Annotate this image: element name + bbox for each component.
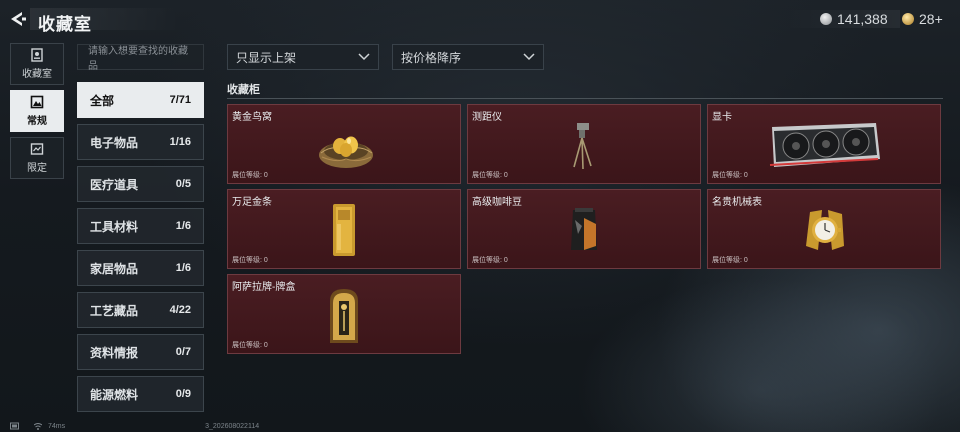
search-placeholder: 请输入想要查找的收藏品 xyxy=(88,46,188,72)
item-name: 万足金条 xyxy=(232,197,272,208)
category-household[interactable]: 家居物品 1/6 xyxy=(77,250,204,286)
category-count: 7/71 xyxy=(169,94,191,106)
item-level: 展位等级: 0 xyxy=(472,257,508,264)
rangefinder-icon xyxy=(573,123,592,170)
battery-icon xyxy=(10,422,19,430)
item-level: 展位等级: 0 xyxy=(232,257,268,264)
item-card[interactable]: 万足金条 展位等级: 0 xyxy=(227,189,461,269)
category-count: 4/22 xyxy=(169,304,191,316)
gold-coin-icon xyxy=(902,13,914,25)
status-bar: 74ms 3_202608022114 xyxy=(0,420,960,432)
shelf-filter-dropdown[interactable]: 只显示上架 xyxy=(227,44,379,70)
category-intel[interactable]: 资料情报 0/7 xyxy=(77,334,204,370)
page-title: 收藏室 xyxy=(38,15,92,34)
nav-label: 收藏室 xyxy=(22,69,52,80)
category-count: 1/16 xyxy=(169,136,191,148)
ping-value: 74ms xyxy=(48,422,66,430)
category-label: 资料情报 xyxy=(90,345,139,360)
card-box-icon xyxy=(330,289,358,343)
category-label: 工具材料 xyxy=(90,219,139,234)
nav-label: 常规 xyxy=(27,116,47,127)
item-level: 展位等级: 0 xyxy=(232,172,268,179)
item-card[interactable]: 阿萨拉牌-牌盒 展位等级: 0 xyxy=(227,274,461,354)
item-name: 名贵机械表 xyxy=(712,197,762,208)
item-level: 展位等级: 0 xyxy=(472,172,508,179)
build-id: 3_202608022114 xyxy=(205,422,260,430)
item-name: 显卡 xyxy=(712,112,732,123)
item-level: 展位等级: 0 xyxy=(712,257,748,264)
silver-amount: 141,388 xyxy=(837,11,888,27)
graphics-card-icon xyxy=(769,123,880,167)
nav-label: 限定 xyxy=(27,163,47,174)
section-title: 收藏柜 xyxy=(227,84,260,96)
category-label: 电子物品 xyxy=(90,135,139,150)
category-count: 1/6 xyxy=(175,220,191,232)
watch-icon xyxy=(806,210,844,250)
back-arrow-icon[interactable] xyxy=(8,10,28,28)
item-card[interactable]: 高级咖啡豆 展位等级: 0 xyxy=(467,189,701,269)
silver-currency: 141,388 xyxy=(820,10,888,28)
category-label: 工艺藏品 xyxy=(90,303,139,318)
item-card[interactable]: 黄金鸟窝 展位等级: 0 xyxy=(227,104,461,184)
search-input[interactable]: 请输入想要查找的收藏品 xyxy=(77,44,204,72)
item-card[interactable]: 显卡 展位等级: 0 xyxy=(707,104,941,184)
category-count: 0/7 xyxy=(175,346,191,358)
item-name: 高级咖啡豆 xyxy=(472,197,522,208)
regular-icon xyxy=(30,95,44,109)
collection-room-icon xyxy=(31,48,43,62)
item-card[interactable]: 名贵机械表 展位等级: 0 xyxy=(707,189,941,269)
top-bar: 收藏室 141,388 28+ xyxy=(0,0,960,38)
nav-limited[interactable]: 限定 xyxy=(10,137,64,179)
gold-bar-icon xyxy=(333,204,355,256)
category-label: 家居物品 xyxy=(90,261,139,276)
shelf-filter-value: 只显示上架 xyxy=(236,50,297,65)
item-name: 测距仪 xyxy=(472,112,502,123)
category-fuel[interactable]: 能源燃料 0/9 xyxy=(77,376,204,412)
item-level: 展位等级: 0 xyxy=(232,342,268,349)
silver-coin-icon xyxy=(820,13,832,25)
category-all[interactable]: 全部 7/71 xyxy=(77,82,204,118)
nav-collection-room[interactable]: 收藏室 xyxy=(10,43,64,85)
nav-regular[interactable]: 常规 xyxy=(10,90,64,132)
category-tools[interactable]: 工具材料 1/6 xyxy=(77,208,204,244)
chevron-down-icon xyxy=(523,53,535,61)
item-card[interactable]: 测距仪 展位等级: 0 xyxy=(467,104,701,184)
category-count: 0/9 xyxy=(175,388,191,400)
category-label: 医疗道具 xyxy=(90,177,139,192)
limited-icon xyxy=(30,143,44,155)
gold-currency[interactable]: 28+ xyxy=(902,10,943,28)
category-count: 0/5 xyxy=(175,178,191,190)
item-level: 展位等级: 0 xyxy=(712,172,748,179)
item-name: 黄金鸟窝 xyxy=(232,112,272,123)
category-medical[interactable]: 医疗道具 0/5 xyxy=(77,166,204,202)
category-electronics[interactable]: 电子物品 1/16 xyxy=(77,124,204,160)
category-label: 全部 xyxy=(90,93,115,108)
category-count: 1/6 xyxy=(175,262,191,274)
sort-value: 按价格降序 xyxy=(401,50,462,65)
chevron-down-icon xyxy=(358,53,370,61)
item-name: 阿萨拉牌-牌盒 xyxy=(232,282,296,293)
gold-amount: 28+ xyxy=(919,11,943,27)
golden-nest-icon xyxy=(319,136,373,168)
sort-dropdown[interactable]: 按价格降序 xyxy=(392,44,544,70)
coffee-bag-icon xyxy=(571,208,597,250)
section-divider xyxy=(227,98,943,99)
category-crafts[interactable]: 工艺藏品 4/22 xyxy=(77,292,204,328)
category-label: 能源燃料 xyxy=(90,387,139,402)
wifi-icon xyxy=(34,422,42,430)
